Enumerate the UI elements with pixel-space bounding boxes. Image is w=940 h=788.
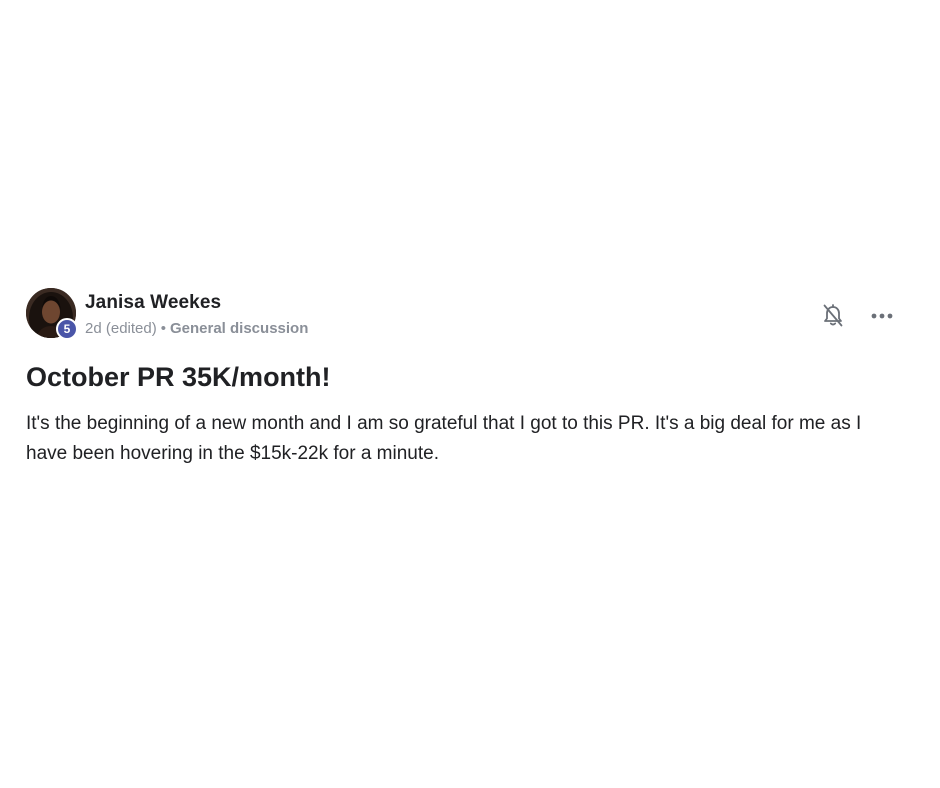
author-avatar-wrapper[interactable]: 5	[26, 288, 78, 340]
more-horizontal-icon	[871, 313, 893, 319]
post-card: 5 Janisa Weekes 2d (edited) • General disc…	[26, 288, 896, 469]
edited-label: (edited)	[105, 320, 157, 337]
post-meta: 2d (edited) • General discussion	[85, 320, 308, 337]
category-link[interactable]: General discussion	[170, 320, 308, 337]
post-actions	[819, 302, 896, 330]
post-body: It's the beginning of a new month and I …	[26, 413, 862, 464]
more-options-button[interactable]	[868, 302, 896, 330]
bell-off-icon	[823, 304, 843, 327]
post-title[interactable]: October PR 35K/month!	[26, 360, 896, 394]
level-badge: 5	[56, 318, 78, 340]
post-header: 5 Janisa Weekes 2d (edited) • General disc…	[26, 288, 896, 340]
meta-separator: •	[160, 320, 166, 337]
post-time: 2d	[85, 320, 102, 337]
author-name[interactable]: Janisa Weekes	[85, 292, 221, 314]
notifications-toggle-button[interactable]	[819, 302, 847, 330]
